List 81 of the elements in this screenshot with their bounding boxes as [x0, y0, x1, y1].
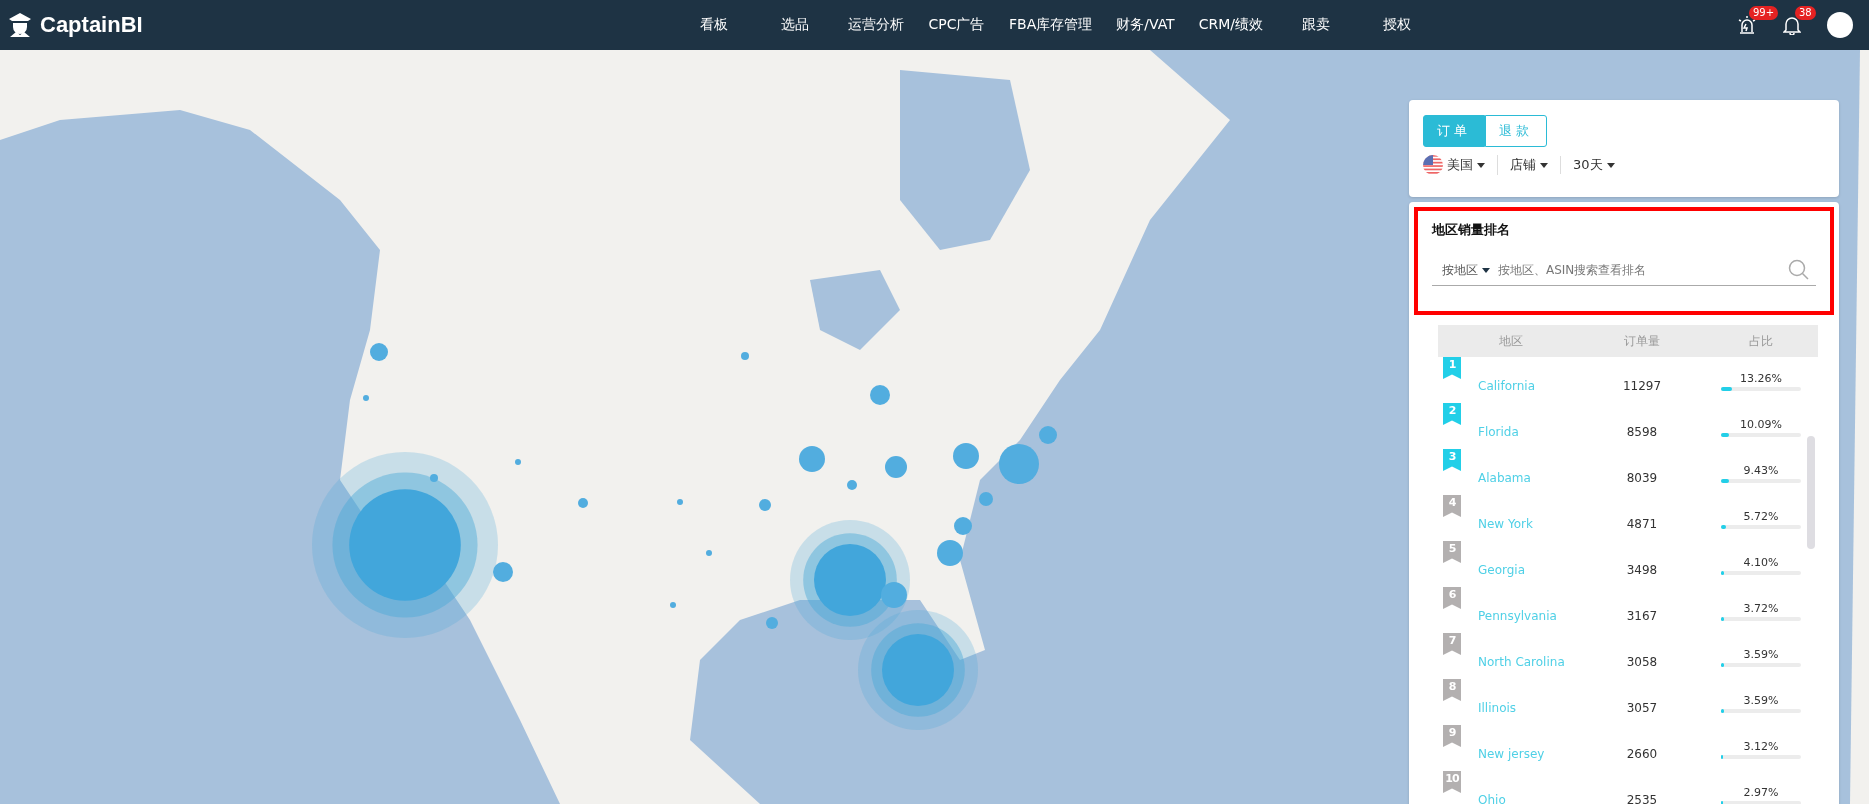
data-bubble [847, 480, 857, 490]
data-bubble [885, 456, 907, 478]
nav-link[interactable]: 看板 [673, 16, 754, 34]
order-count: 11297 [1621, 379, 1663, 393]
order-count: 4871 [1625, 517, 1659, 531]
dropdown[interactable]: 30天 [1573, 156, 1627, 174]
data-bubble [937, 540, 963, 566]
data-bubble [363, 395, 369, 401]
data-bubble [677, 499, 683, 505]
data-bubble [706, 550, 712, 556]
dropdown[interactable]: 美国 [1423, 155, 1498, 175]
notification-count-badge: 38 [1795, 6, 1816, 20]
ranking-title: 地区销量排名 [1432, 221, 1511, 239]
scrollbar[interactable] [1807, 436, 1815, 549]
caret-icon [1482, 267, 1490, 273]
alarm-light-icon[interactable] [1737, 15, 1757, 35]
column-header: 地区 [1497, 332, 1524, 350]
data-bubble [670, 602, 676, 608]
order-count: 2535 [1625, 793, 1659, 804]
share-percent: 3.59% [1743, 693, 1779, 707]
rank-ribbon: 6 [1443, 587, 1461, 609]
data-bubble [953, 443, 979, 469]
nav-link[interactable]: 运营分析 [835, 16, 916, 34]
data-bubble [954, 517, 972, 535]
data-bubble [515, 459, 521, 465]
data-bubble [870, 385, 890, 405]
share-percent: 9.43% [1743, 463, 1779, 477]
share-percent: 5.72% [1743, 509, 1779, 523]
nav-link[interactable]: FBA库存管理 [997, 16, 1105, 34]
nav-link[interactable]: CPC广告 [916, 16, 997, 34]
dropdown[interactable]: 店铺 [1510, 156, 1561, 174]
nav-link[interactable]: 跟卖 [1275, 16, 1356, 34]
caret-icon [1606, 162, 1615, 168]
order-count: 3058 [1625, 655, 1659, 669]
data-bubble [799, 446, 825, 472]
data-bubble [430, 474, 438, 482]
caret-icon [1477, 162, 1485, 168]
share-percent: 10.09% [1740, 417, 1782, 431]
order-count: 2660 [1625, 747, 1659, 761]
data-bubble [493, 562, 513, 582]
rank-ribbon: 1 [1443, 357, 1461, 379]
alert-count-badge: 99+ [1749, 6, 1779, 20]
share-percent: 3.72% [1743, 601, 1779, 615]
nav-link[interactable]: 选品 [754, 16, 835, 34]
share-percent: 3.12% [1743, 739, 1779, 753]
bell-icon[interactable] [1783, 15, 1801, 35]
caret-icon [1540, 162, 1548, 168]
scope-dropdown[interactable]: 按地区 [1442, 261, 1490, 279]
share-percent: 4.10% [1743, 555, 1779, 569]
data-bubble [881, 582, 907, 608]
nav-link[interactable]: 财务/VAT [1104, 16, 1187, 34]
share-percent: 3.59% [1743, 647, 1779, 661]
brand-name: CaptainBI [40, 12, 143, 38]
column-header: 占比 [1748, 332, 1774, 350]
rank-ribbon: 4 [1443, 495, 1461, 517]
order-count: 3167 [1625, 609, 1659, 623]
nav-link[interactable]: 授权 [1356, 16, 1437, 34]
order-count: 3498 [1625, 563, 1659, 577]
rank-ribbon: 10 [1443, 771, 1461, 793]
nav-link[interactable]: CRM/绩效 [1186, 16, 1275, 34]
rank-ribbon: 7 [1443, 633, 1461, 655]
user-avatar[interactable] [1827, 12, 1853, 38]
data-bubble [370, 343, 388, 361]
data-bubble [766, 617, 778, 629]
share-percent: 2.97% [1743, 785, 1779, 799]
rank-ribbon: 8 [1443, 679, 1461, 701]
order-count: 3057 [1625, 701, 1659, 715]
column-header: 订单量 [1623, 332, 1661, 350]
data-bubble [979, 492, 993, 506]
rank-ribbon: 9 [1443, 725, 1461, 747]
data-bubble [578, 498, 588, 508]
order-count: 8039 [1625, 471, 1659, 485]
data-bubble [759, 499, 771, 511]
data-bubble [741, 352, 749, 360]
flag-icon [1423, 155, 1443, 175]
share-percent: 13.26% [1740, 371, 1782, 385]
rank-ribbon: 3 [1443, 449, 1461, 471]
rank-ribbon: 5 [1443, 541, 1461, 563]
rank-ribbon: 2 [1443, 403, 1461, 425]
order-count: 8598 [1625, 425, 1659, 439]
search-field[interactable]: 按地区 按地区、ASIN搜索查看排名 [1432, 259, 1816, 286]
